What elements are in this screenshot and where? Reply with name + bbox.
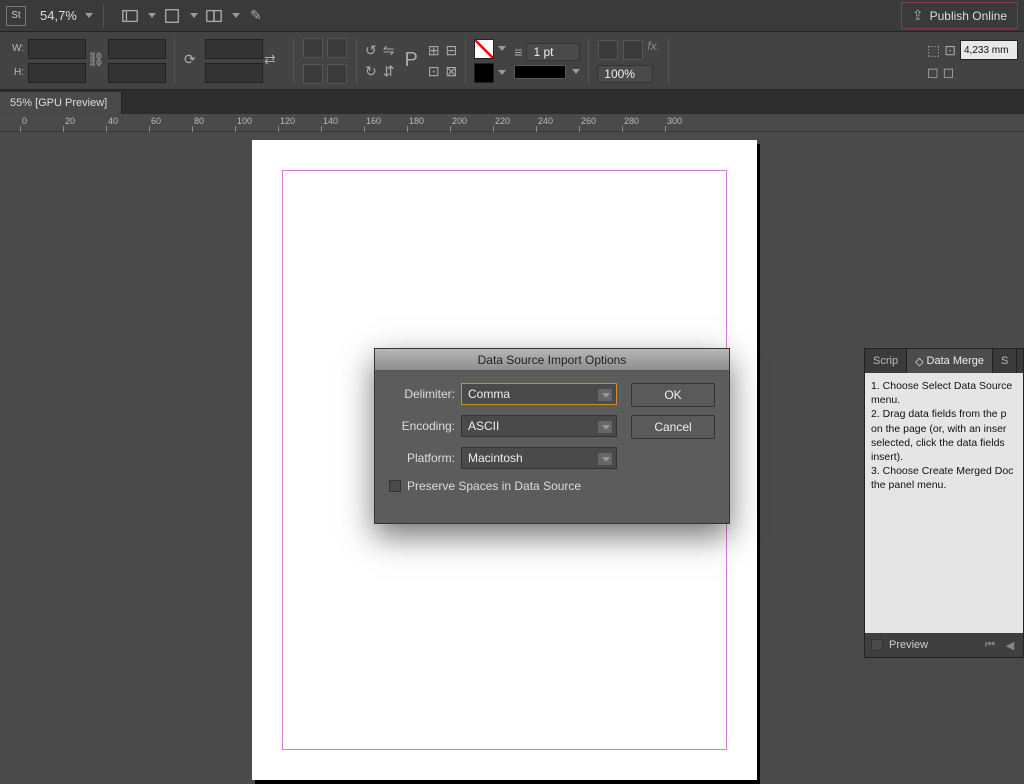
wrap-icon[interactable] <box>623 40 643 60</box>
separator <box>103 5 104 27</box>
data-source-import-dialog: Data Source Import Options Delimiter: Co… <box>374 348 730 524</box>
stroke-style-preview[interactable] <box>514 65 566 79</box>
tool-icon[interactable] <box>327 38 347 58</box>
tab-other[interactable]: S <box>993 349 1017 373</box>
prev-page-icon[interactable]: ◀ <box>1003 638 1017 652</box>
rotate-cw-icon[interactable]: ↻ <box>365 63 377 80</box>
screen-dropdown-caret[interactable] <box>190 13 198 18</box>
chevron-down-icon <box>598 389 612 401</box>
caret-icon[interactable] <box>572 69 580 74</box>
corner-icon[interactable]: ◻ <box>927 64 939 81</box>
stroke-swatch[interactable] <box>474 63 494 83</box>
encoding-label: Encoding: <box>389 419 455 433</box>
dimensions-group: W: H: <box>6 39 86 83</box>
tab-scripts[interactable]: Scrip <box>865 349 907 373</box>
panel-tabs: Scrip ◇Data Merge S <box>865 349 1023 373</box>
opacity-select[interactable]: 100% <box>597 65 653 83</box>
caret-icon[interactable] <box>498 46 506 51</box>
chevron-down-icon <box>598 421 612 433</box>
flip-icon[interactable]: ⇄ <box>264 51 284 71</box>
scale-y-input[interactable] <box>108 63 166 83</box>
measure-icon[interactable]: ⬚ <box>927 42 940 59</box>
height-label: H: <box>6 67 24 78</box>
control-bar: W: H: ⛓ ⟳ ⇄ ↺ ↻ ⇋ ⇵ P ⊞ ⊡ ⊟ ⊠ <box>0 32 1024 90</box>
tool-icon[interactable]: ⊡ <box>428 63 440 80</box>
top-menu-bar: St 54,7% ✎ ⇪ Publish Online <box>0 0 1024 32</box>
preserve-spaces-label: Preserve Spaces in Data Source <box>407 479 581 493</box>
tool-icon[interactable]: ⊟ <box>446 42 458 59</box>
shear-input[interactable] <box>205 63 263 83</box>
caret-icon[interactable] <box>498 70 506 75</box>
publish-online-button[interactable]: ⇪ Publish Online <box>901 2 1018 29</box>
stroke-weight-select[interactable]: 1 pt <box>526 43 580 61</box>
document-tab-bar: 55% [GPU Preview] <box>0 90 1024 114</box>
first-page-icon[interactable]: ⏮ <box>983 638 997 652</box>
separator <box>293 39 294 83</box>
width-label: W: <box>6 43 24 54</box>
rotate-input[interactable] <box>205 39 263 59</box>
measurement-input[interactable]: 4,233 mm <box>960 40 1018 60</box>
screen-mode-icon[interactable] <box>162 6 182 26</box>
measure-icon[interactable]: ⊡ <box>944 42 956 59</box>
flip-v-icon[interactable]: ⇵ <box>383 63 395 80</box>
zoom-dropdown-caret[interactable] <box>85 13 93 18</box>
fill-swatch[interactable] <box>474 39 494 59</box>
preview-label: Preview <box>889 639 928 651</box>
separator <box>588 39 589 83</box>
delimiter-select[interactable]: Comma <box>461 383 617 405</box>
upload-icon: ⇪ <box>912 7 924 24</box>
publish-label: Publish Online <box>930 9 1007 23</box>
zoom-level[interactable]: 54,7% <box>40 8 77 23</box>
document-tab[interactable]: 55% [GPU Preview] <box>0 92 122 114</box>
wrap-icon[interactable] <box>598 40 618 60</box>
panel-instructions: 1. Choose Select Data Source menu. 2. Dr… <box>865 373 1023 633</box>
view-dropdown-caret[interactable] <box>148 13 156 18</box>
tool-icon[interactable] <box>327 64 347 84</box>
tab-data-merge[interactable]: ◇Data Merge <box>907 349 993 373</box>
panel-footer: Preview ⏮ ◀ <box>865 633 1023 657</box>
fx-icon[interactable]: fx. <box>647 39 660 61</box>
arrange-icon[interactable] <box>204 6 224 26</box>
horizontal-ruler: 0204060801001201401601802002202402602803… <box>0 114 1024 132</box>
arrange-dropdown-caret[interactable] <box>232 13 240 18</box>
height-input[interactable] <box>28 63 86 83</box>
preserve-spaces-checkbox[interactable] <box>389 480 401 492</box>
platform-select[interactable]: Macintosh <box>461 447 617 469</box>
width-input[interactable] <box>28 39 86 59</box>
separator <box>465 39 466 83</box>
platform-label: Platform: <box>389 451 455 465</box>
cancel-button[interactable]: Cancel <box>631 415 715 439</box>
tool-icon[interactable]: ⊞ <box>428 42 440 59</box>
separator <box>668 39 669 83</box>
encoding-select[interactable]: ASCII <box>461 415 617 437</box>
paragraph-icon[interactable]: P <box>404 49 417 72</box>
view-options-icon[interactable] <box>120 6 140 26</box>
app-badge: St <box>6 6 26 26</box>
brush-icon[interactable]: ✎ <box>246 6 266 26</box>
stroke-weight-icon: ≡ <box>514 44 522 60</box>
constrain-icon[interactable]: ⛓ <box>87 51 107 71</box>
chevron-down-icon <box>598 453 612 465</box>
separator <box>356 39 357 83</box>
scale-x-input[interactable] <box>108 39 166 59</box>
separator <box>174 39 175 83</box>
data-merge-panel: Scrip ◇Data Merge S 1. Choose Select Dat… <box>864 348 1024 658</box>
delimiter-label: Delimiter: <box>389 387 455 401</box>
rotate-icon[interactable]: ⟳ <box>184 51 204 71</box>
ok-button[interactable]: OK <box>631 383 715 407</box>
tool-icon[interactable] <box>303 38 323 58</box>
tool-icon[interactable]: ⊠ <box>446 63 458 80</box>
preview-checkbox[interactable] <box>871 639 883 651</box>
corner-icon[interactable]: ◻ <box>943 64 955 81</box>
dialog-title: Data Source Import Options <box>375 349 729 371</box>
tool-icon[interactable] <box>303 64 323 84</box>
rotate-ccw-icon[interactable]: ↺ <box>365 42 377 59</box>
flip-h-icon[interactable]: ⇋ <box>383 42 395 59</box>
